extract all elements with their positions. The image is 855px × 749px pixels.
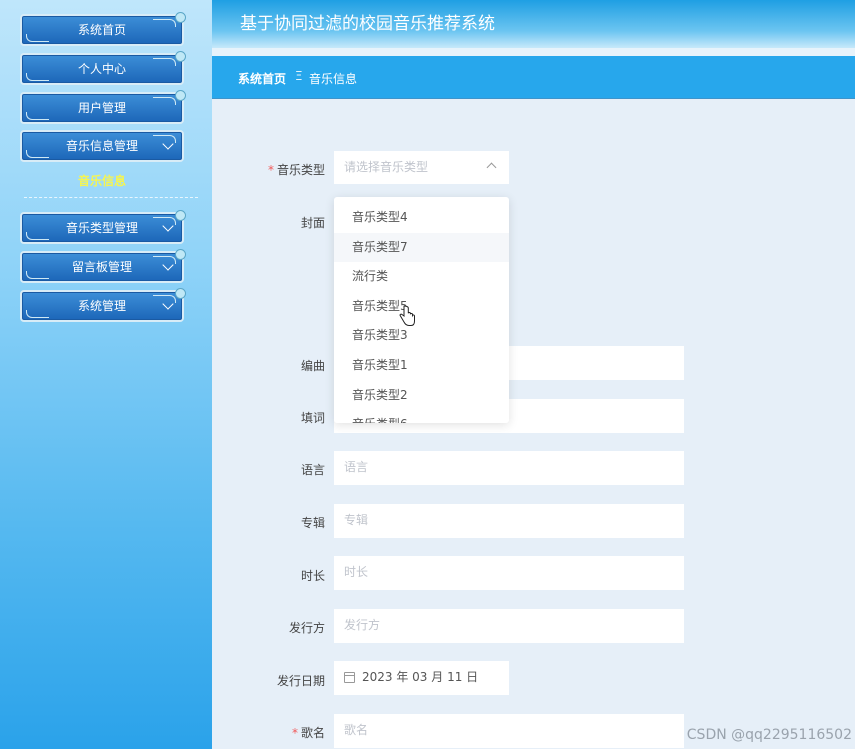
sidebar-item-label: 个人中心: [77, 62, 126, 76]
dropdown-option[interactable]: 音乐类型7: [334, 232, 509, 263]
sidebar-item-music-info-management[interactable]: 音乐信息管理: [20, 130, 184, 162]
sidebar-item-label: 系统首页: [77, 23, 126, 37]
breadcrumb-separator-icon: Ξ: [295, 69, 303, 83]
language-input[interactable]: 语言: [334, 451, 684, 485]
release-date-label: 发行日期: [276, 674, 325, 688]
publisher-input[interactable]: 发行方: [334, 609, 684, 643]
sidebar-item-home[interactable]: 系统首页: [20, 12, 186, 46]
sidebar-item-label: 系统管理: [77, 299, 126, 313]
header-separator: [212, 48, 855, 56]
album-label: 专辑: [300, 516, 325, 530]
sidebar-divider: [24, 197, 198, 198]
sidebar-item-label: 音乐信息管理: [65, 139, 138, 153]
sidebar: 系统首页 个人中心 用户管理 音乐信息管理 音乐信息 音乐类型管理 留言板管理: [0, 0, 212, 749]
ornament-icon: [26, 34, 49, 42]
release-date-picker[interactable]: 2023 年 03 月 11 日: [334, 661, 509, 695]
music-type-dropdown[interactable]: 音乐类型4 音乐类型7 流行类 音乐类型5 音乐类型3 音乐类型1 音乐类型2 …: [334, 197, 509, 423]
ornament-icon: [153, 19, 176, 27]
duration-label: 时长: [300, 569, 325, 583]
dropdown-option[interactable]: 音乐类型1: [334, 351, 509, 381]
album-placeholder: 专辑: [344, 513, 369, 527]
ornament-icon: [26, 232, 49, 240]
song-name-label: * 歌名: [291, 726, 325, 740]
language-label: 语言: [300, 463, 325, 477]
bead-icon: [175, 288, 186, 299]
release-date-value: 2023 年 03 月 11 日: [362, 670, 479, 684]
duration-input[interactable]: 时长: [334, 556, 684, 590]
music-type-label: * 音乐类型: [267, 163, 325, 177]
song-name-input[interactable]: 歌名: [334, 714, 684, 748]
chevron-up-icon: [486, 162, 497, 173]
sidebar-item-system-management[interactable]: 系统管理: [20, 288, 186, 322]
duration-placeholder: 时长: [344, 565, 369, 579]
ornament-icon: [26, 310, 49, 318]
watermark: CSDN @qq2295116502: [686, 727, 852, 743]
breadcrumb-home-link[interactable]: 系统首页: [238, 70, 286, 87]
required-mark: *: [291, 726, 298, 740]
publisher-label: 发行方: [288, 621, 325, 635]
ornament-icon: [26, 150, 49, 158]
album-input[interactable]: 专辑: [334, 504, 684, 538]
bead-icon: [175, 12, 186, 23]
dropdown-option[interactable]: 音乐类型6: [334, 410, 509, 423]
composer-label: 编曲: [300, 359, 325, 373]
ornament-icon: [26, 271, 49, 279]
language-placeholder: 语言: [344, 460, 369, 474]
sidebar-item-label: 留言板管理: [71, 260, 132, 274]
bead-icon: [175, 210, 186, 221]
sidebar-item-message-board-management[interactable]: 留言板管理: [20, 249, 186, 283]
ornament-icon: [26, 112, 49, 120]
sidebar-item-music-type-management[interactable]: 音乐类型管理: [20, 210, 186, 244]
music-type-select[interactable]: 请选择音乐类型: [334, 151, 509, 184]
lyricist-label: 填词: [300, 411, 325, 425]
app-title: 基于协同过滤的校园音乐推荐系统: [240, 14, 495, 34]
bead-icon: [175, 249, 186, 260]
bead-icon: [175, 51, 186, 62]
ornament-icon: [26, 73, 49, 81]
dropdown-option[interactable]: 音乐类型5: [334, 292, 509, 322]
top-header: 基于协同过滤的校园音乐推荐系统: [212, 0, 855, 48]
breadcrumb-current: 音乐信息: [309, 72, 358, 86]
song-name-placeholder: 歌名: [344, 723, 369, 737]
hand-cursor-icon: [399, 305, 415, 326]
ornament-icon: [153, 97, 176, 105]
sidebar-item-label: 用户管理: [77, 101, 126, 115]
dropdown-option[interactable]: 音乐类型3: [334, 321, 509, 351]
sidebar-item-user-management[interactable]: 用户管理: [20, 90, 186, 124]
sidebar-item-personal-center[interactable]: 个人中心: [20, 51, 186, 85]
music-type-placeholder: 请选择音乐类型: [344, 160, 429, 174]
required-mark: *: [267, 163, 274, 177]
dropdown-option[interactable]: 音乐类型2: [334, 381, 509, 411]
cover-label: 封面: [300, 216, 325, 230]
calendar-icon: [344, 672, 355, 683]
bead-icon: [175, 90, 186, 101]
ornament-icon: [153, 58, 176, 66]
dropdown-option[interactable]: 流行类: [334, 262, 509, 292]
publisher-placeholder: 发行方: [344, 618, 381, 632]
sidebar-item-label: 音乐类型管理: [65, 221, 138, 235]
dropdown-option[interactable]: 音乐类型4: [334, 203, 509, 233]
sidebar-subitem-music-info[interactable]: 音乐信息: [20, 172, 184, 190]
breadcrumb: 系统首页 Ξ 音乐信息: [212, 56, 855, 99]
